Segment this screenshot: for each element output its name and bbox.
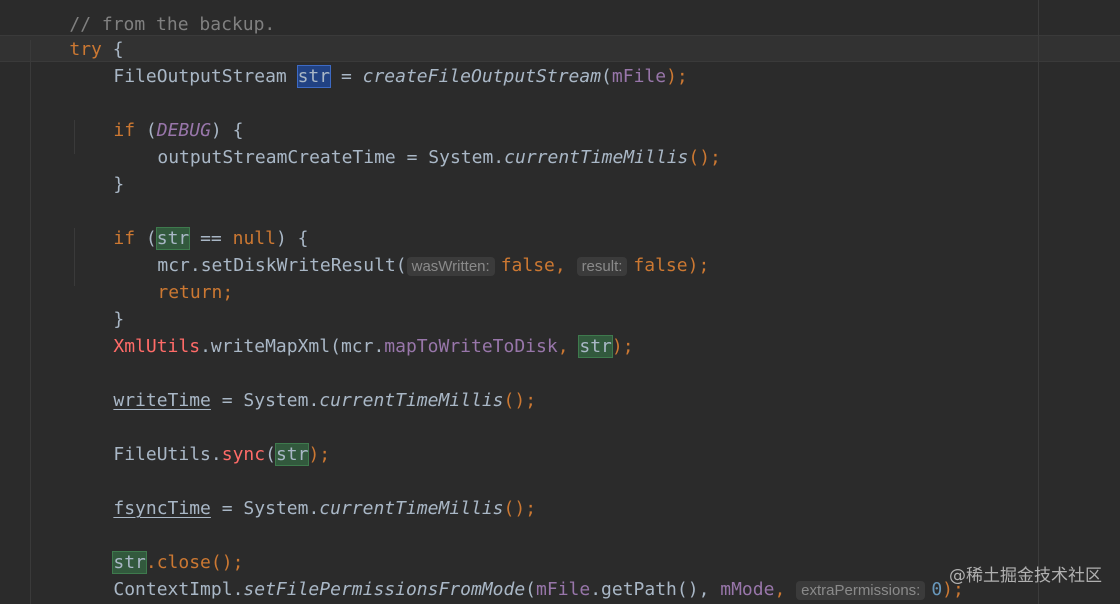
closing-brace: } [113,174,125,195]
code-text: ); [611,336,634,357]
field-reference[interactable]: mMode [720,579,774,600]
method-call[interactable]: currentTimeMillis [319,390,503,411]
number-literal: 0 [931,579,943,600]
code-line[interactable]: XmlUtils.writeMapXml(mcr.mapToWriteToDis… [70,306,634,358]
code-line[interactable]: } [70,144,124,195]
code-line[interactable]: return; [114,252,233,303]
code-line[interactable]: outputStreamCreateTime = System.currentT… [114,117,721,168]
code-text: .writeMapXml(mcr. [200,336,385,357]
selected-variable[interactable]: str [296,65,332,88]
keyword: return [157,282,223,303]
code-line[interactable]: } [70,279,124,330]
method-call[interactable]: sync [222,444,265,465]
code-text: (); [503,498,537,519]
code-text: = System. [210,390,320,411]
code-editor[interactable]: // from the backup. try { FileOutputStre… [0,0,1120,604]
code-line[interactable]: if (DEBUG) { [70,90,243,141]
code-text: ); [687,255,710,276]
code-line[interactable]: if (str == null) { [70,198,308,250]
code-text: outputStreamCreateTime = System. [157,147,505,168]
code-line[interactable]: FileOutputStream str = createFileOutputS… [70,36,688,88]
code-text: ( [601,66,612,87]
code-text: .getPath(), [590,579,721,600]
code-text: ); [666,66,688,87]
code-text: ( [525,579,537,600]
code-text: = [330,66,363,87]
code-text: ; [222,282,234,303]
watermark: @稀土掘金技术社区 [949,566,1102,586]
code-text: ContextImpl. [113,579,244,600]
code-text: ( [265,444,276,465]
code-text: FileUtils. [113,444,222,465]
code-text: (); [503,390,537,411]
keyword: false [633,255,688,276]
code-text: , [557,336,580,357]
method-call[interactable]: setFilePermissionsFromMode [243,579,525,600]
code-line[interactable]: str.close(); [70,522,243,574]
field-reference[interactable]: mFile [536,579,590,600]
class-reference[interactable]: XmlUtils [113,336,200,357]
code-line[interactable]: ContextImpl.setFilePermissionsFromMode(m… [70,549,964,600]
code-line[interactable]: try { [26,9,123,60]
highlighted-variable[interactable]: str [578,335,613,358]
highlighted-variable[interactable]: str [274,443,310,466]
reassigned-variable[interactable]: fsyncTime [113,498,211,519]
code-text: , [554,255,577,276]
code-text: = System. [210,498,320,519]
code-text: ); [308,444,331,465]
code-line[interactable]: mcr.setDiskWriteResult(wasWritten: false,… [114,225,709,276]
parameter-hint: result: [576,257,628,276]
parameter-hint: wasWritten: [406,257,495,276]
code-line[interactable]: fsyncTime = System.currentTimeMillis(); [70,468,536,519]
indent-guide [30,40,31,604]
code-text: , [774,579,797,600]
field-reference[interactable]: mapToWriteToDisk [384,336,557,357]
code-line[interactable]: FileUtils.sync(str); [70,414,330,466]
type-name: FileOutputStream [113,66,298,87]
reassigned-variable[interactable]: writeTime [113,390,211,411]
method-call[interactable]: currentTimeMillis [319,498,503,519]
method-call[interactable]: createFileOutputStream [363,66,601,87]
right-margin-guide [1038,0,1039,604]
method-call[interactable]: currentTimeMillis [504,147,688,168]
keyword: false [500,255,555,276]
parameter-hint: extraPermissions: [796,581,926,600]
code-text: (); [688,147,721,168]
code-line[interactable]: writeTime = System.currentTimeMillis(); [70,360,536,411]
field-reference[interactable]: mFile [612,66,666,87]
